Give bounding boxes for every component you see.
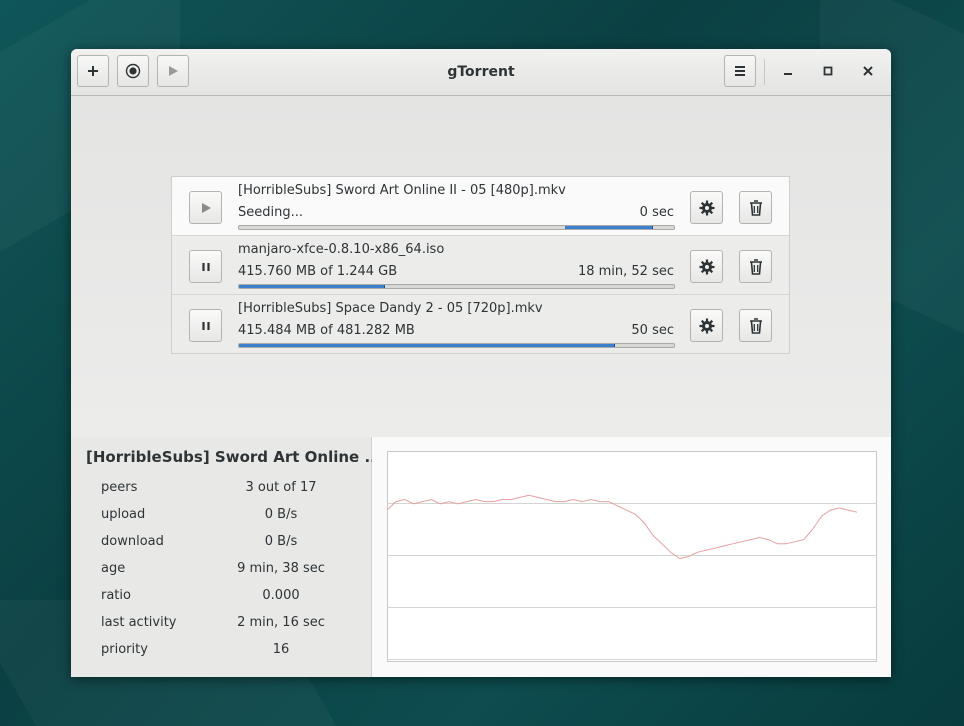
torrent-list: [HorribleSubs] Sword Art Online II - 05 … [171,176,790,354]
torrent-delete-button[interactable] [739,250,772,283]
menu-button[interactable] [724,55,756,87]
maximize-button[interactable] [818,61,838,81]
torrent-resume-button[interactable] [189,191,222,224]
torrent-row[interactable]: [HorribleSubs] Space Dandy 2 - 05 [720p]… [172,294,789,353]
window-title: gTorrent [447,64,515,80]
torrent-name: [HorribleSubs] Space Dandy 2 - 05 [720p]… [238,301,543,316]
graph-frame [387,451,877,662]
trash-icon [749,199,762,216]
detail-label: ratio [101,588,131,603]
detail-value: 9 min, 38 sec [237,561,325,576]
detail-label: last activity [101,615,177,630]
torrent-settings-button[interactable] [690,250,723,283]
detail-row-upload: upload 0 B/s [71,507,371,534]
detail-value: 2 min, 16 sec [237,615,325,630]
progress-fill [565,226,654,229]
header-separator [764,59,765,85]
close-button[interactable] [858,61,878,81]
torrent-eta: 0 sec [639,205,674,220]
minimize-icon [784,73,792,75]
torrent-progress-bar [238,284,675,289]
maximize-icon [823,66,833,76]
play-icon [201,202,211,213]
torrent-details-panel: [HorribleSubs] Sword Art Online ... peer… [71,437,382,677]
torrent-row[interactable]: manjaro-xfce-0.8.10-x86_64.iso 415.760 M… [172,235,789,294]
torrent-progress-bar [238,225,675,230]
torrent-delete-button[interactable] [739,309,772,342]
torrent-progress-bar [238,343,675,348]
torrent-settings-button[interactable] [690,191,723,224]
torrent-delete-button[interactable] [739,191,772,224]
detail-value: 3 out of 17 [245,480,317,495]
detail-row-last-activity: last activity 2 min, 16 sec [71,615,371,642]
detail-value: 0 B/s [264,507,298,522]
gear-icon [699,259,714,274]
close-icon [863,66,873,76]
torrent-eta: 50 sec [631,323,674,338]
hamburger-menu-icon [735,66,745,76]
pause-icon [201,321,210,330]
torrent-status: Seeding... [238,205,303,220]
gear-icon [699,318,714,333]
torrent-list-area: [HorribleSubs] Sword Art Online II - 05 … [71,96,891,437]
torrent-pause-button[interactable] [189,250,222,283]
progress-fill [239,344,616,347]
torrent-name: manjaro-xfce-0.8.10-x86_64.iso [238,242,445,257]
detail-label: age [101,561,126,576]
pause-icon [201,262,210,271]
detail-label: upload [101,507,146,522]
detail-row-download: download 0 B/s [71,534,371,561]
detail-row-peers: peers 3 out of 17 [71,480,371,507]
header-bar: gTorrent [71,49,891,96]
trash-icon [749,258,762,275]
app-window: gTorrent [HorribleSubs] Sword Art Online… [71,49,891,677]
trash-icon [749,317,762,334]
detail-row-age: age 9 min, 38 sec [71,561,371,588]
gear-icon [699,200,714,215]
torrent-status: 415.760 MB of 1.244 GB [238,264,398,279]
details-title: [HorribleSubs] Sword Art Online ... [86,448,382,466]
detail-row-priority: priority 16 [71,642,371,669]
torrent-status: 415.484 MB of 481.282 MB [238,323,415,338]
detail-value: 16 [272,642,290,657]
detail-label: peers [101,480,138,495]
torrent-pause-button[interactable] [189,309,222,342]
progress-fill [239,285,386,288]
torrent-name: [HorribleSubs] Sword Art Online II - 05 … [238,183,566,198]
torrent-eta: 18 min, 52 sec [577,264,674,279]
detail-value: 0 B/s [264,534,298,549]
speed-graph [387,451,877,662]
detail-row-ratio: ratio 0.000 [71,588,371,615]
speed-graph-pane [372,437,891,677]
torrent-settings-button[interactable] [690,309,723,342]
torrent-row[interactable]: [HorribleSubs] Sword Art Online II - 05 … [172,177,789,235]
minimize-button[interactable] [778,61,798,81]
detail-label: priority [101,642,148,657]
detail-value: 0.000 [262,588,300,603]
detail-label: download [101,534,164,549]
